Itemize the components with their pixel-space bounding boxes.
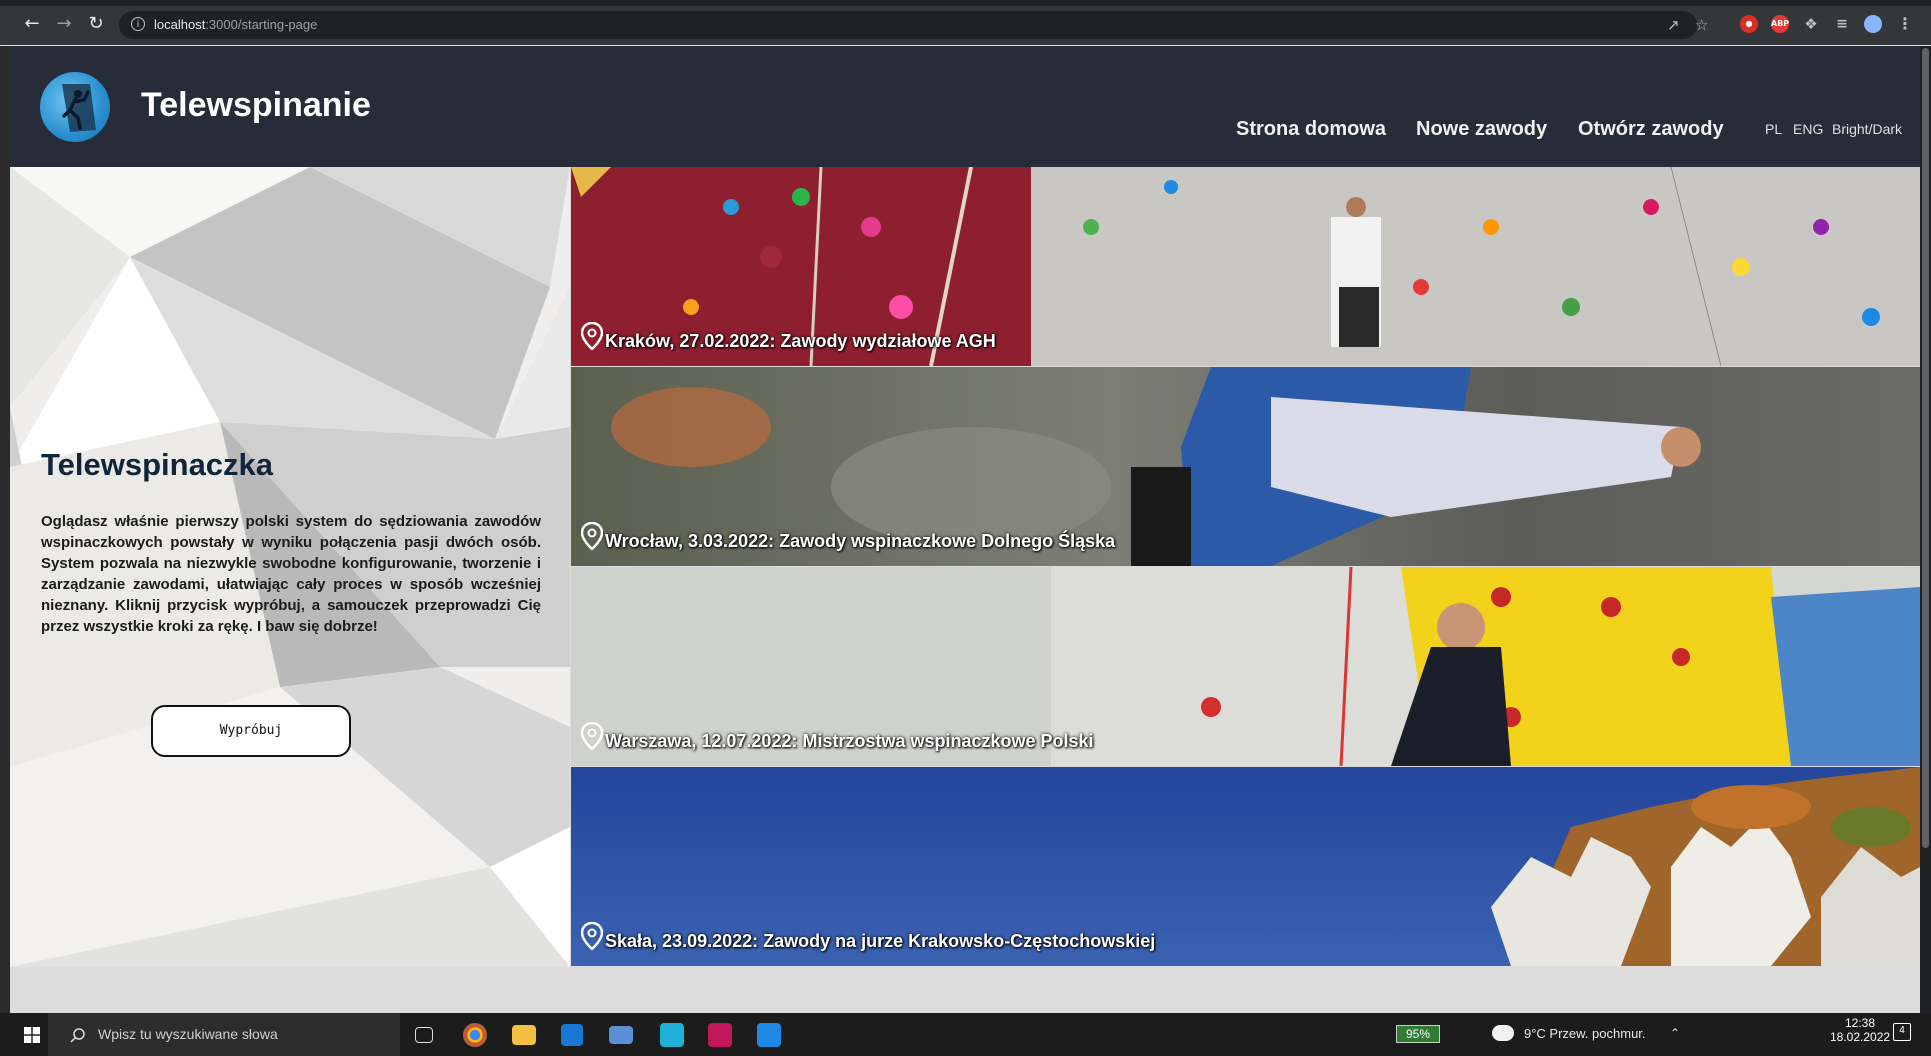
try-button[interactable]: Wypróbuj [151,705,351,757]
lang-eng-link[interactable]: ENG [1793,121,1823,137]
bookmark-star-icon[interactable]: ☆ [1695,16,1708,34]
clock-time: 12:38 [1844,1016,1876,1030]
url-text[interactable]: localhost:3000/starting-page [154,17,317,32]
intro-panel: Telewspinaczka Oglądasz właśnie pierwszy… [10,167,570,967]
intro-title: Telewspinaczka [41,447,274,482]
event-card-wroclaw[interactable]: Wrocław, 3.03.2022: Zawody wspinaczkowe … [571,367,1920,566]
tray-chevron-icon[interactable]: ⌃ [1670,1026,1680,1040]
scrollbar-thumb[interactable] [1922,48,1929,848]
file-explorer-icon[interactable] [512,1025,536,1045]
browser-toolbar: ← → ↻ i localhost:3000/starting-page ↗ ☆… [0,0,1931,45]
url-host: localhost [154,17,206,32]
menu-kebab-icon[interactable]: ⋮ [1896,15,1914,33]
page: Telewspinanie Strona domowa Nowe zawody … [10,46,1920,967]
event-card-warszawa[interactable]: Warszawa, 12.07.2022: Mistrzostwa wspina… [571,567,1920,766]
nav-open-competition-link[interactable]: Otwórz zawody [1578,118,1724,141]
clock-date: 18.02.2022 [1830,1030,1891,1044]
event-caption: Skała, 23.09.2022: Zawody na jurze Krako… [605,931,1156,951]
climber-logo-icon[interactable] [40,72,110,142]
extensions-puzzle-icon[interactable]: ❖ [1802,15,1820,33]
search-icon [70,1028,85,1043]
task-view-icon[interactable] [415,1027,433,1043]
lang-pl-link[interactable]: PL [1765,121,1782,137]
chrome-icon[interactable] [463,1023,487,1047]
intro-text: Oglądasz właśnie pierwszy polski system … [41,513,541,635]
location-pin-icon [581,722,603,750]
reload-icon[interactable]: ↻ [86,14,106,34]
event-card-krakow[interactable]: Kraków, 27.02.2022: Zawody wydziałowe AG… [571,167,1920,366]
forward-icon[interactable]: → [54,14,74,34]
intellij-icon[interactable] [708,1023,732,1047]
windows-start-icon[interactable] [24,1027,40,1043]
events-list: Kraków, 27.02.2022: Zawody wydziałowe AG… [571,167,1920,967]
store-icon[interactable] [561,1024,583,1046]
site-brand[interactable]: Telewspinanie [141,86,371,125]
share-icon[interactable]: ↗ [1667,16,1680,34]
webstorm-icon[interactable] [660,1023,684,1047]
tab-strip [0,0,1931,6]
nav-new-competition-link[interactable]: Nowe zawody [1416,118,1547,141]
site-info-icon[interactable]: i [131,17,145,31]
battery-indicator[interactable]: 95% [1396,1025,1440,1043]
page-scrollbar[interactable] [1920,46,1931,1013]
left-window-edge [0,46,10,1013]
taskbar-search[interactable]: Wpisz tu wyszukiwane słowa [48,1013,400,1056]
nav-home-link[interactable]: Strona domowa [1236,118,1386,141]
weather-text[interactable]: 9°C Przew. pochmur. [1524,1026,1646,1041]
location-pin-icon [581,322,603,350]
event-caption: Wrocław, 3.03.2022: Zawody wspinaczkowe … [605,531,1116,551]
clock[interactable]: 12:38 18.02.2022 [1830,1016,1890,1044]
site-header: Telewspinanie Strona domowa Nowe zawody … [10,46,1920,167]
search-placeholder: Wpisz tu wyszukiwane słowa [98,1026,278,1042]
event-card-skala[interactable]: Skała, 23.09.2022: Zawody na jurze Krako… [571,767,1920,966]
windows-taskbar: Wpisz tu wyszukiwane słowa 95% 9°C Przew… [0,1013,1931,1056]
back-icon[interactable]: ← [22,14,42,34]
url-path: :3000/starting-page [205,17,318,32]
location-pin-icon [581,922,603,950]
event-caption: Kraków, 27.02.2022: Zawody wydziałowe AG… [605,331,996,351]
profile-avatar-icon[interactable] [1864,15,1882,33]
weather-cloud-icon[interactable] [1492,1025,1514,1041]
adblock-icon[interactable]: ABP [1771,15,1789,33]
vscode-icon[interactable] [757,1023,781,1047]
location-pin-icon [581,522,603,550]
media-queue-icon[interactable]: ≡ [1833,15,1851,33]
mail-icon[interactable] [609,1026,633,1044]
event-caption: Warszawa, 12.07.2022: Mistrzostwa wspina… [605,731,1094,751]
notifications-icon[interactable]: 4 [1893,1023,1911,1041]
extension-red-icon[interactable]: ● [1740,15,1758,33]
address-bar[interactable]: i localhost:3000/starting-page ↗ ☆ [119,11,1708,39]
theme-toggle-link[interactable]: Bright/Dark [1832,121,1902,137]
